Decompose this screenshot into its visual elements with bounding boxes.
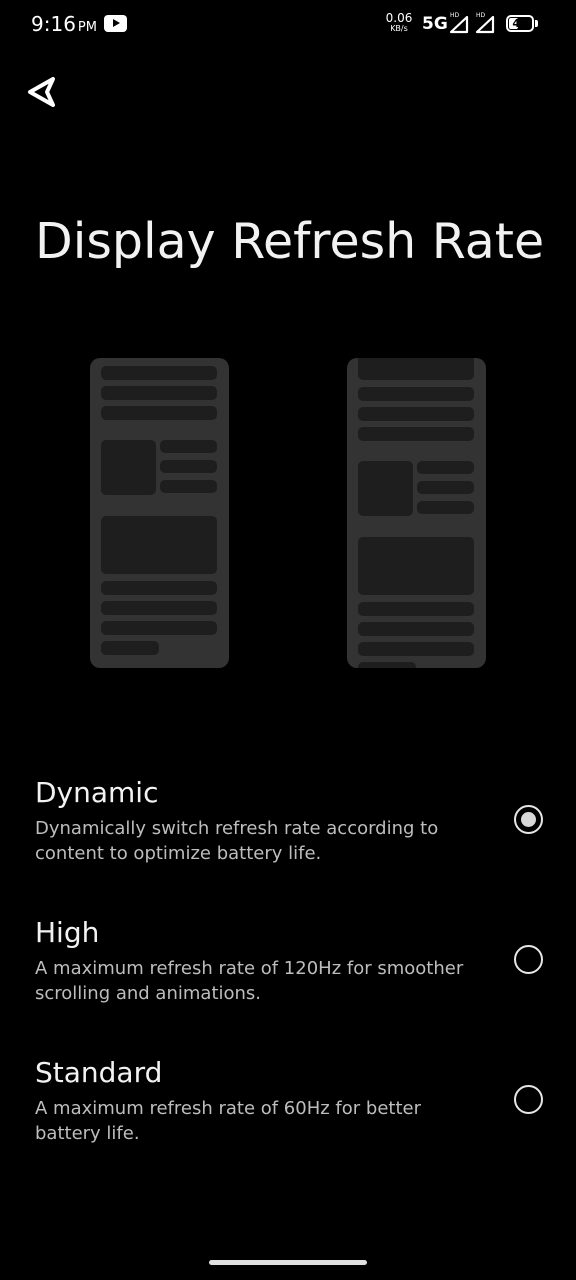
radio-button[interactable] — [514, 1085, 543, 1114]
preview-block — [358, 461, 413, 516]
option-title: Dynamic — [35, 776, 159, 809]
preview-block — [417, 501, 474, 514]
battery-level: 40 — [512, 17, 528, 30]
option-title: High — [35, 916, 100, 949]
option-standard[interactable]: Standard A maximum refresh rate of 60Hz … — [0, 1056, 576, 1166]
phone-preview — [90, 358, 229, 668]
network-type-label: 5G — [422, 14, 448, 34]
preview-block — [160, 460, 217, 473]
sim1-hd-label: HD — [450, 12, 460, 19]
preview-block — [358, 602, 474, 616]
clock-time: 9:16 — [31, 12, 76, 36]
network-speed-value: 0.06 — [385, 11, 413, 25]
option-dynamic[interactable]: Dynamic Dynamically switch refresh rate … — [0, 776, 576, 886]
preview-block — [358, 427, 474, 441]
status-time: 9:16 PM — [31, 12, 97, 36]
back-triangle-icon — [28, 77, 55, 107]
preview-block — [417, 481, 474, 494]
preview-block — [101, 641, 159, 655]
battery-icon: 40 — [506, 15, 534, 32]
option-description: A maximum refresh rate of 60Hz for bette… — [35, 1098, 421, 1144]
back-button[interactable] — [22, 72, 62, 112]
radio-button-selected[interactable] — [514, 805, 543, 834]
preview-block — [101, 366, 217, 380]
signal-icon: HD — [449, 12, 469, 34]
preview-block — [101, 581, 217, 595]
preview-block — [101, 516, 217, 574]
network-speed: 0.06 KB/s — [384, 12, 414, 33]
preview-block — [417, 461, 474, 474]
preview-block — [358, 358, 474, 380]
signal-icon: HD — [475, 12, 495, 34]
preview-block — [358, 407, 474, 421]
preview-block — [358, 622, 474, 636]
home-indicator[interactable] — [209, 1260, 367, 1265]
preview-block — [101, 440, 156, 495]
sim2-hd-label: HD — [476, 12, 486, 19]
preview-block — [358, 642, 474, 656]
youtube-icon — [104, 15, 127, 32]
preview-block — [358, 662, 416, 668]
battery-tip — [535, 20, 538, 27]
preview-block — [358, 537, 474, 595]
preview-block — [358, 387, 474, 401]
preview-block — [101, 406, 217, 420]
preview-block — [101, 621, 217, 635]
radio-button[interactable] — [514, 945, 543, 974]
option-description: A maximum refresh rate of 120Hz for smoo… — [35, 958, 464, 1004]
preview-block — [101, 601, 217, 615]
preview-block — [160, 480, 217, 493]
network-speed-unit: KB/s — [390, 24, 408, 33]
clock-ampm: PM — [77, 20, 97, 35]
option-high[interactable]: High A maximum refresh rate of 120Hz for… — [0, 916, 576, 1026]
option-description: Dynamically switch refresh rate accordin… — [35, 818, 439, 864]
preview-block — [101, 386, 217, 400]
status-bar: 9:16 PM 0.06 KB/s 5G HD HD 40 — [0, 0, 576, 50]
page-title: Display Refresh Rate — [35, 213, 545, 270]
phone-preview-scrolled — [347, 358, 486, 668]
preview-block — [160, 440, 217, 453]
option-title: Standard — [35, 1056, 163, 1089]
